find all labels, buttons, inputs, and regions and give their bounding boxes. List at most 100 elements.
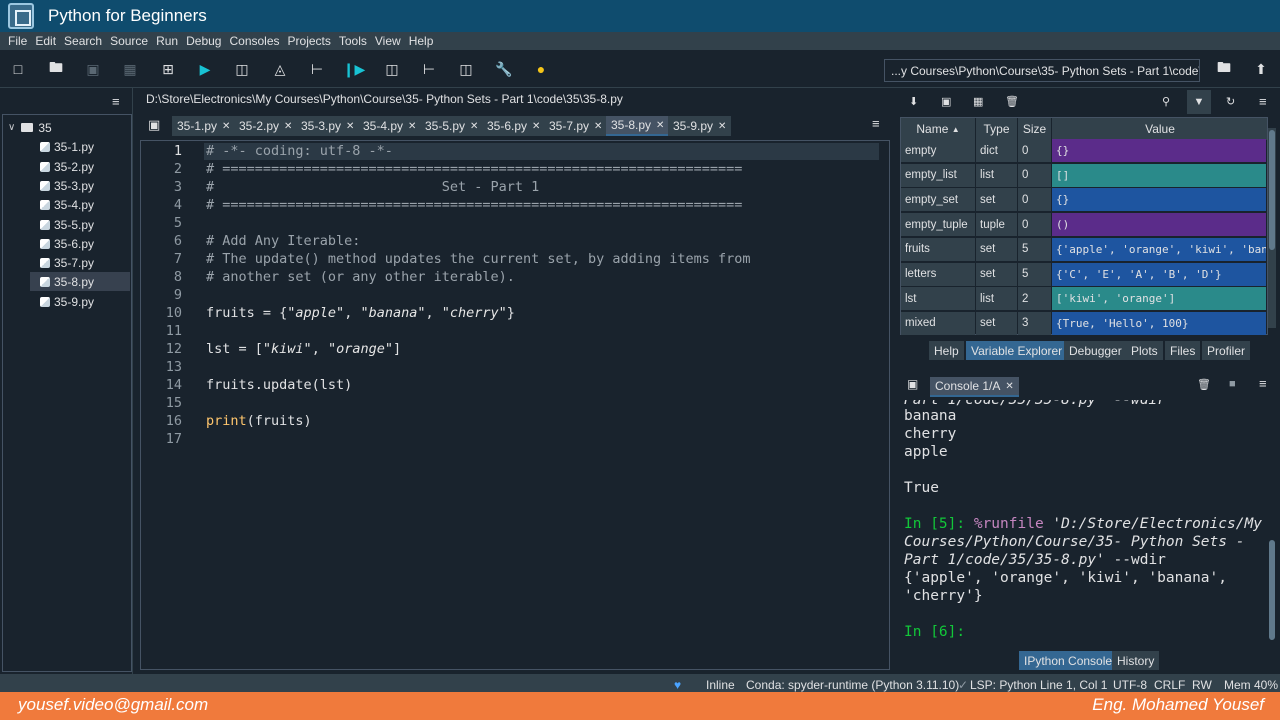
run-selection-icon[interactable]: ⊢	[308, 60, 326, 78]
preferences-wrench-icon[interactable]: 🔧	[495, 60, 513, 78]
close-icon[interactable]: ✕	[346, 121, 354, 132]
variable-type-cell[interactable]: set	[976, 237, 1017, 262]
save-icon[interactable]: ▣	[84, 60, 102, 78]
console-tab[interactable]: Console 1/A ✕	[930, 377, 1019, 397]
variable-name-cell[interactable]: empty_tuple	[901, 213, 975, 238]
column-header-type[interactable]: Type	[976, 118, 1018, 140]
browse-directory-icon[interactable]: 🖿	[1215, 59, 1233, 78]
pane-tab-files[interactable]: Files	[1165, 341, 1201, 360]
pane-options-menu-icon[interactable]: ≡	[1259, 94, 1267, 109]
variable-size-cell[interactable]: 2	[1018, 287, 1051, 312]
tab-35-2[interactable]: 35-2.py ✕	[234, 116, 298, 136]
variable-value-cell[interactable]: {}	[1052, 188, 1266, 213]
column-header-value[interactable]: Value	[1052, 118, 1267, 140]
variable-value-cell[interactable]: ['kiwi', 'orange']	[1052, 287, 1266, 312]
variable-name-cell[interactable]: empty	[901, 139, 975, 163]
variable-type-cell[interactable]: set	[976, 262, 1017, 287]
variable-value-cell[interactable]: ()	[1052, 213, 1266, 238]
scrollbar-thumb[interactable]	[1269, 130, 1275, 250]
debug-file-icon[interactable]: ❙▶	[343, 60, 366, 78]
variable-size-cell[interactable]: 0	[1018, 139, 1051, 163]
menu-debug[interactable]: Debug	[182, 34, 225, 48]
tree-file[interactable]: 35-1.py	[40, 137, 94, 156]
tab-35-3[interactable]: 35-3.py ✕	[296, 116, 360, 136]
variable-name-cell[interactable]: fruits	[901, 237, 975, 262]
variable-type-cell[interactable]: set	[976, 311, 1017, 336]
variable-value-cell[interactable]: {}	[1052, 139, 1266, 163]
chevron-down-icon[interactable]: ∨	[8, 122, 15, 133]
tree-file[interactable]: 35-5.py	[40, 215, 94, 234]
filter-icon[interactable]: ▼	[1187, 90, 1211, 114]
new-cell-icon[interactable]: ⊞	[159, 60, 177, 78]
debug-selection-icon[interactable]: ⊢	[420, 60, 438, 78]
variable-name-cell[interactable]: mixed	[901, 311, 975, 336]
menu-projects[interactable]: Projects	[284, 34, 335, 48]
pane-tab-plots[interactable]: Plots	[1126, 341, 1163, 360]
status-lsp[interactable]: LSP: Python	[970, 678, 1037, 692]
save-data-icon[interactable]: ▣	[941, 95, 951, 108]
tab-35-1[interactable]: 35-1.py ✕	[172, 116, 236, 136]
menu-view[interactable]: View	[371, 34, 405, 48]
variable-value-cell[interactable]: []	[1052, 163, 1266, 188]
variable-size-cell[interactable]: 0	[1018, 163, 1051, 188]
tree-file[interactable]: 35-4.py	[40, 195, 94, 214]
tab-35-4[interactable]: 35-4.py ✕	[358, 116, 422, 136]
close-icon[interactable]: ✕	[594, 121, 602, 132]
menu-file[interactable]: File	[4, 34, 31, 48]
variable-size-cell[interactable]: 0	[1018, 213, 1051, 238]
browse-tabs-icon[interactable]: ▣	[148, 117, 160, 133]
close-icon[interactable]: ✕	[408, 121, 416, 132]
menu-source[interactable]: Source	[106, 34, 152, 48]
pane-menu-icon[interactable]: ≡	[112, 94, 120, 109]
save-all-icon[interactable]: ▦	[121, 60, 139, 78]
variable-name-cell[interactable]: lst	[901, 287, 975, 312]
run-cell-icon[interactable]: ◫	[233, 60, 251, 78]
tab-35-6[interactable]: 35-6.py ✕	[482, 116, 546, 136]
variable-name-cell[interactable]: empty_set	[901, 188, 975, 213]
menu-search[interactable]: Search	[60, 34, 106, 48]
menu-tools[interactable]: Tools	[335, 34, 371, 48]
variable-size-cell[interactable]: 3	[1018, 311, 1051, 336]
maximize-pane-icon[interactable]: ◫	[457, 60, 475, 78]
tab-35-8-active[interactable]: 35-8.py ✕	[606, 116, 670, 136]
save-data-as-icon[interactable]: ▦	[973, 95, 983, 108]
close-icon[interactable]: ✕	[284, 121, 292, 132]
close-icon[interactable]: ✕	[532, 121, 540, 132]
pane-tab-profiler[interactable]: Profiler	[1202, 341, 1251, 360]
variable-type-cell[interactable]: list	[976, 287, 1017, 312]
run-cell-advance-icon[interactable]: ◬	[271, 60, 289, 78]
console-input-prompt[interactable]: In [6]:	[904, 624, 965, 640]
debug-cell-icon[interactable]: ◫	[383, 60, 401, 78]
pane-tab-history[interactable]: History	[1112, 651, 1160, 670]
variable-value-cell[interactable]: {'C', 'E', 'A', 'B', 'D'}	[1052, 262, 1266, 287]
close-icon[interactable]: ✕	[1005, 381, 1013, 392]
close-icon[interactable]: ✕	[222, 121, 230, 132]
close-icon[interactable]: ✕	[656, 120, 664, 131]
variable-name-cell[interactable]: letters	[901, 262, 975, 287]
tree-file[interactable]: 35-7.py	[40, 253, 94, 272]
tree-file[interactable]: 35-9.py	[40, 292, 94, 311]
remove-all-variables-icon[interactable]: 🗑	[1005, 95, 1019, 108]
tree-file[interactable]: 35-3.py	[40, 176, 94, 195]
pane-tab-variable-explorer[interactable]: Variable Explorer	[966, 341, 1068, 360]
stop-icon[interactable]: ■	[1229, 378, 1236, 390]
tab-35-7[interactable]: 35-7.py ✕	[544, 116, 608, 136]
menu-help[interactable]: Help	[405, 34, 438, 48]
column-header-size[interactable]: Size	[1018, 118, 1052, 140]
tree-file-selected[interactable]: 35-8.py	[30, 272, 130, 291]
variable-type-cell[interactable]: set	[976, 188, 1017, 213]
variable-type-cell[interactable]: tuple	[976, 213, 1017, 238]
variable-value-cell[interactable]: {True, 'Hello', 100}	[1052, 311, 1266, 336]
parent-directory-icon[interactable]: ⬆	[1252, 60, 1270, 78]
variable-size-cell[interactable]: 5	[1018, 262, 1051, 287]
scrollbar-thumb[interactable]	[1269, 540, 1275, 640]
close-icon[interactable]: ✕	[718, 121, 726, 132]
status-inline[interactable]: Inline	[706, 678, 735, 692]
status-conda[interactable]: Conda: spyder-runtime (Python 3.11.10)	[746, 678, 959, 692]
pane-tab-ipython-console[interactable]: IPython Console	[1019, 651, 1118, 670]
working-directory-input[interactable]: ...y Courses\Python\Course\35- Python Se…	[884, 59, 1200, 82]
tree-file[interactable]: 35-6.py	[40, 234, 94, 253]
run-file-icon[interactable]: ▶	[196, 60, 214, 78]
editor-options-menu-icon[interactable]: ≡	[872, 116, 880, 131]
menu-consoles[interactable]: Consoles	[225, 34, 283, 48]
